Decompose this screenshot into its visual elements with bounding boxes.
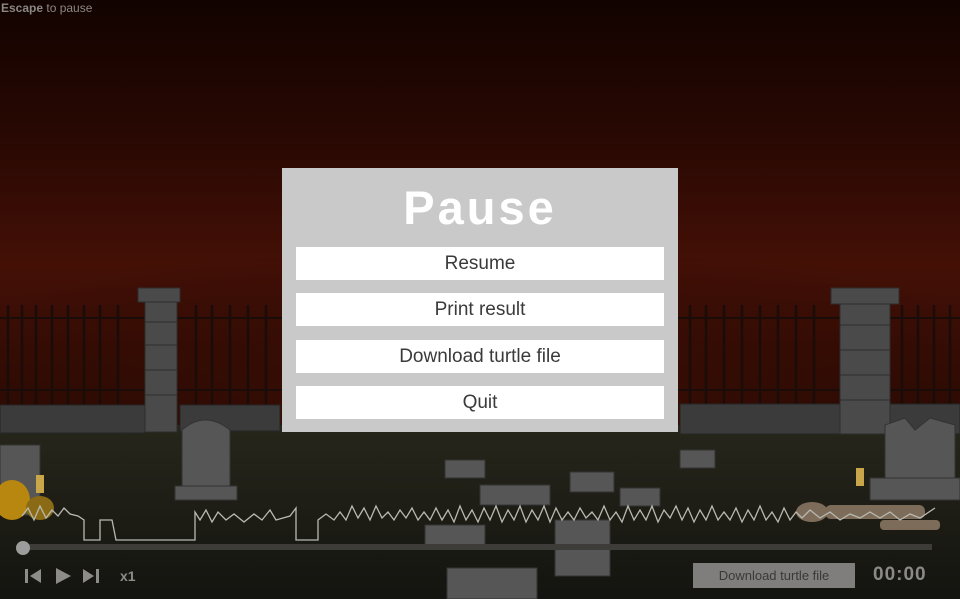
print-result-button[interactable]: Print result [296,293,664,326]
play-icon[interactable] [54,567,72,585]
pause-hint: Escape to pause [1,1,92,15]
stone-pillar-right [830,287,900,435]
pause-title: Pause [403,181,557,234]
step-forward-icon[interactable] [82,567,100,585]
time-readout: 00:00 [873,564,927,585]
quit-button[interactable]: Quit [296,386,664,419]
timeline-track[interactable] [22,544,932,550]
pause-menu: Pause Resume Print result Download turtl… [282,168,678,432]
step-back-icon[interactable] [24,567,42,585]
timeline-handle[interactable] [16,541,30,555]
resume-button[interactable]: Resume [296,247,664,280]
download-turtle-file-button[interactable]: Download turtle file [296,340,664,373]
playback-speed[interactable]: x1 [120,568,136,584]
pause-hint-text: to pause [43,1,93,15]
download-turtle-file-bottom-button[interactable]: Download turtle file [693,563,855,588]
pause-hint-key: Escape [1,1,44,15]
